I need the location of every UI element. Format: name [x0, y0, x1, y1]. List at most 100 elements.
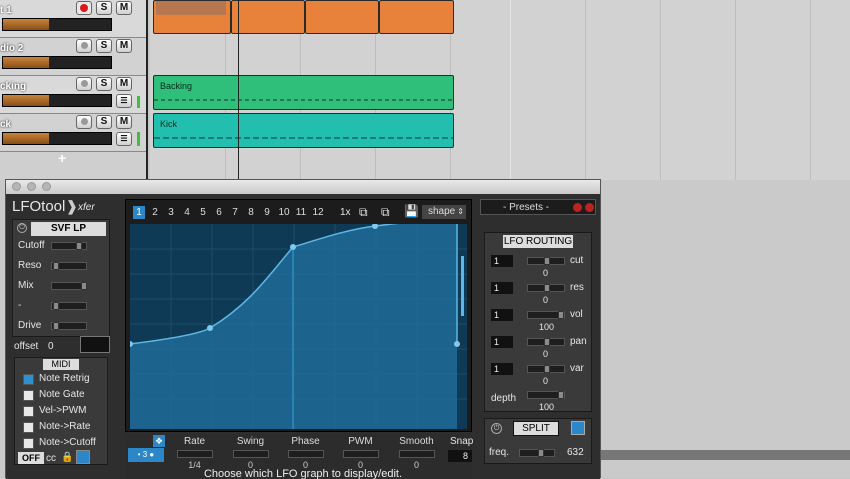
lock-icon[interactable]: 🔒: [61, 452, 73, 463]
record-arm-button[interactable]: [76, 77, 92, 91]
menu-icon[interactable]: ☰: [116, 94, 132, 108]
cutoff-slider[interactable]: [51, 242, 87, 250]
graph-tab[interactable]: 3: [165, 206, 177, 219]
curve-point[interactable]: [454, 341, 460, 347]
record-arm-button[interactable]: [76, 1, 92, 15]
solo-button[interactable]: S: [96, 77, 112, 91]
route-graph-select[interactable]: 1: [491, 282, 513, 294]
track-row[interactable]: cking S M ☰: [0, 76, 146, 114]
graph-tab[interactable]: 9: [261, 206, 273, 219]
kick-clip[interactable]: Kick: [153, 113, 454, 148]
lfotool-window[interactable]: LFOtool ❱ xfer ⏻ SVF LP Cutoff Reso Mix …: [5, 179, 601, 479]
playhead[interactable]: [238, 0, 239, 180]
track-row[interactable]: ck S M ☰: [0, 114, 146, 152]
graph-tab[interactable]: 10: [276, 206, 292, 219]
power-icon[interactable]: ⏻: [17, 223, 27, 233]
route-amount-slider[interactable]: [527, 311, 565, 319]
freq-slider[interactable]: [519, 449, 555, 457]
extra-slider[interactable]: [51, 302, 87, 310]
curve-point[interactable]: [290, 244, 296, 250]
power-icon[interactable]: ⏻: [491, 423, 502, 434]
graph-tab[interactable]: 4: [181, 206, 193, 219]
next-preset-icon[interactable]: [585, 203, 594, 212]
volume-meter[interactable]: [2, 94, 112, 107]
vel-pwm-checkbox[interactable]: [23, 406, 34, 417]
snap-value[interactable]: 8: [448, 450, 472, 462]
mute-button[interactable]: M: [116, 77, 132, 91]
route-graph-select[interactable]: 1: [491, 255, 513, 267]
graph-tab[interactable]: 6: [213, 206, 225, 219]
split-button[interactable]: SPLIT: [513, 421, 559, 436]
smooth-control[interactable]: Smooth 0: [389, 436, 444, 470]
drive-slider[interactable]: [51, 322, 87, 330]
window-titlebar[interactable]: [6, 180, 600, 194]
offset-value[interactable]: 0: [48, 341, 54, 352]
graph-tab[interactable]: 7: [229, 206, 241, 219]
shape-menu[interactable]: shape ⇕: [422, 205, 466, 219]
audio-clip[interactable]: [231, 0, 305, 34]
track-row[interactable]: dio 2 S M: [0, 38, 146, 76]
zoom-icon[interactable]: [42, 182, 51, 191]
audio-clip[interactable]: [305, 0, 379, 34]
route-graph-select[interactable]: 1: [491, 336, 513, 348]
menu-icon[interactable]: ☰: [116, 132, 132, 146]
mute-button[interactable]: M: [116, 39, 132, 53]
lfo-curve-editor[interactable]: [130, 224, 467, 429]
graph-tab[interactable]: 8: [245, 206, 257, 219]
volume-meter[interactable]: [2, 56, 112, 69]
lfo-graph-panel[interactable]: 1 2 3 4 5 6 7 8 9 10 11 12 1x ⧉ ⧉ 💾 shap…: [125, 199, 472, 432]
phase-control[interactable]: Phase 0: [278, 436, 333, 470]
solo-button[interactable]: S: [96, 115, 112, 129]
depth-slider[interactable]: [527, 391, 565, 399]
backing-clip[interactable]: Backing: [153, 75, 454, 110]
route-graph-select[interactable]: 1: [491, 363, 513, 375]
note-retrig-checkbox[interactable]: [23, 374, 34, 385]
route-amount-slider[interactable]: [527, 365, 565, 373]
cc-off-button[interactable]: OFF: [18, 452, 44, 464]
mute-button[interactable]: M: [116, 1, 132, 15]
prev-preset-icon[interactable]: [573, 203, 582, 212]
triplet-icon[interactable]: • 3 ●: [128, 448, 164, 462]
multiplier-value[interactable]: 1x: [340, 207, 351, 218]
close-icon[interactable]: [12, 182, 21, 191]
record-arm-button[interactable]: [76, 39, 92, 53]
volume-meter[interactable]: [2, 18, 112, 31]
split-mode-icon[interactable]: [571, 421, 585, 435]
route-graph-select[interactable]: 1: [491, 309, 513, 321]
offset-display[interactable]: [80, 336, 110, 353]
mute-button[interactable]: M: [116, 115, 132, 129]
graph-scrollbar[interactable]: [461, 256, 464, 316]
graph-tab[interactable]: 1: [133, 206, 145, 219]
route-amount-slider[interactable]: [527, 257, 565, 265]
rate-control[interactable]: Rate 1/4: [167, 436, 222, 470]
volume-meter[interactable]: [2, 132, 112, 145]
audio-clip[interactable]: [379, 0, 454, 34]
graph-tab[interactable]: 12: [310, 206, 326, 219]
reso-slider[interactable]: [51, 262, 87, 270]
paste-icon[interactable]: ⧉: [381, 205, 390, 220]
graph-tab[interactable]: 2: [149, 206, 161, 219]
graph-tab[interactable]: 11: [293, 206, 309, 219]
swing-control[interactable]: Swing 0: [223, 436, 278, 470]
minimize-icon[interactable]: [27, 182, 36, 191]
track-row[interactable]: t 1 S M: [0, 0, 146, 38]
route-amount-slider[interactable]: [527, 338, 565, 346]
curve-point[interactable]: [207, 325, 213, 331]
save-icon[interactable]: 💾: [404, 204, 419, 218]
midi-learn-icon[interactable]: [76, 450, 90, 464]
record-arm-button[interactable]: [76, 115, 92, 129]
copy-icon[interactable]: ⧉: [359, 205, 368, 220]
route-amount-slider[interactable]: [527, 284, 565, 292]
audio-clip[interactable]: [153, 0, 231, 34]
graph-tab[interactable]: 5: [197, 206, 209, 219]
add-track-button[interactable]: +: [58, 150, 66, 166]
pwm-control[interactable]: PWM 0: [333, 436, 388, 470]
solo-button[interactable]: S: [96, 1, 112, 15]
presets-menu[interactable]: - Presets -: [480, 199, 596, 215]
filter-type-select[interactable]: SVF LP: [31, 222, 106, 236]
note-gate-checkbox[interactable]: [23, 390, 34, 401]
grid-icon[interactable]: ❖: [153, 435, 165, 447]
solo-button[interactable]: S: [96, 39, 112, 53]
note-cutoff-checkbox[interactable]: [23, 438, 34, 449]
mix-slider[interactable]: [51, 282, 87, 290]
